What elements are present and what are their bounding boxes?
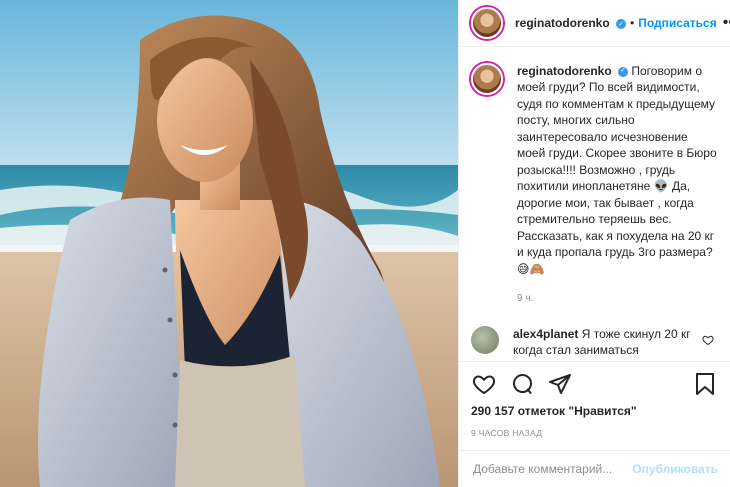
- like-heart-icon[interactable]: [471, 371, 497, 397]
- verified-badge-icon: ✓: [616, 18, 627, 29]
- likes-count[interactable]: 290 157 отметок "Нравится": [471, 404, 718, 418]
- post-header: reginatodorenko ✓ • Подписаться •••: [459, 0, 730, 47]
- comments-list[interactable]: reginatodorenko ✓ Поговорим о моей груди…: [459, 47, 730, 361]
- caption-text: Поговорим о моей груди? По всей видимост…: [517, 63, 717, 276]
- author-username-text[interactable]: reginatodorenko: [515, 16, 610, 30]
- follow-button[interactable]: Подписаться: [638, 16, 716, 30]
- more-options-icon[interactable]: •••: [717, 14, 730, 32]
- share-paperplane-icon[interactable]: [547, 371, 573, 397]
- post-photo[interactable]: [0, 0, 458, 487]
- action-icons: [471, 370, 718, 398]
- caption-timestamp[interactable]: 9 ч.: [517, 291, 718, 308]
- author-username[interactable]: reginatodorenko ✓: [515, 16, 627, 30]
- comment-body: alex4planet Я тоже скинул 20 кг когда ст…: [513, 326, 698, 361]
- commenter-username[interactable]: alex4planet: [513, 327, 578, 341]
- caption-avatar[interactable]: [471, 62, 503, 95]
- add-comment-bar: Опубликовать: [459, 449, 730, 487]
- bookmark-icon[interactable]: [692, 371, 718, 397]
- instagram-post-modal: reginatodorenko ✓ • Подписаться ••• regi…: [0, 0, 730, 487]
- comment-bubble-icon[interactable]: [509, 371, 535, 397]
- caption-body: reginatodorenko ✓ Поговорим о моей груди…: [517, 63, 718, 308]
- post-sidebar: reginatodorenko ✓ • Подписаться ••• regi…: [458, 0, 730, 487]
- commenter-avatar[interactable]: [471, 325, 499, 354]
- caption-username[interactable]: reginatodorenko: [517, 64, 612, 78]
- post-caption: reginatodorenko ✓ Поговорим о моей груди…: [471, 62, 718, 308]
- post-photo-image: [0, 0, 458, 487]
- header-separator: •: [630, 15, 635, 30]
- post-actions: 290 157 отметок "Нравится" 9 часов назад: [459, 360, 730, 438]
- post-timestamp[interactable]: 9 часов назад: [471, 428, 718, 438]
- comment-item: alex4planet Я тоже скинул 20 кг когда ст…: [471, 325, 718, 361]
- author-avatar[interactable]: [471, 6, 503, 39]
- comment-like-icon[interactable]: [702, 334, 714, 349]
- publish-button[interactable]: Опубликовать: [632, 462, 718, 476]
- caption-verified-icon: ✓: [618, 66, 629, 77]
- comment-input[interactable]: [471, 460, 633, 477]
